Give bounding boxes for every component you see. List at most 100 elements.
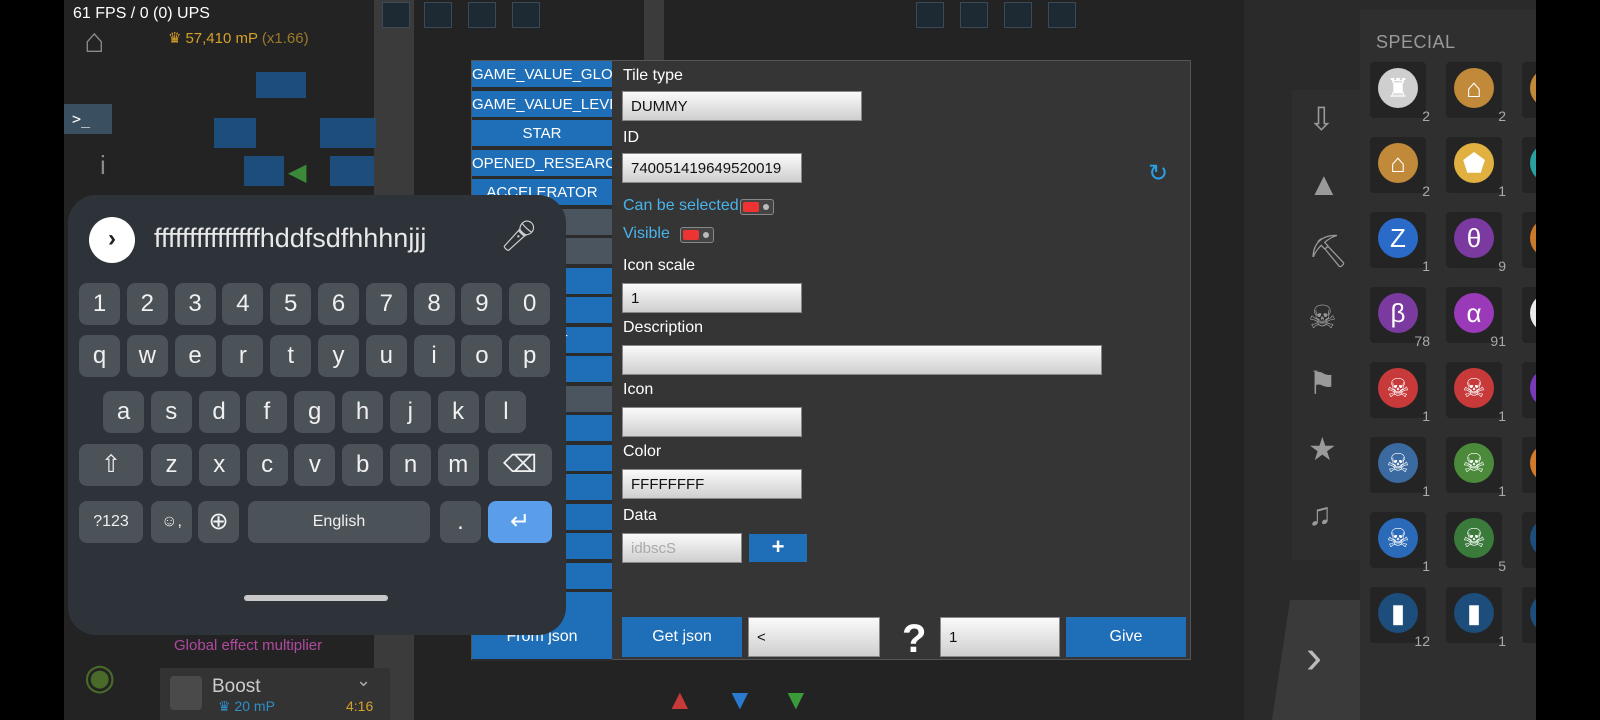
- special-item[interactable]: ☠1: [1370, 362, 1430, 424]
- pickaxe-icon[interactable]: ⛏: [1308, 232, 1349, 270]
- key-y[interactable]: y: [318, 335, 359, 377]
- key-p[interactable]: p: [509, 335, 551, 377]
- description-field[interactable]: [622, 345, 1102, 375]
- data-field[interactable]: idbscS: [622, 533, 742, 563]
- special-item[interactable]: ☠2: [1522, 287, 1536, 343]
- special-item[interactable]: ☠1: [1370, 512, 1430, 574]
- backspace-icon[interactable]: ⌫: [488, 444, 552, 486]
- boost-panel[interactable]: Boost ♛ 20 mP 4:16 ⌄: [160, 668, 390, 720]
- key-9[interactable]: 9: [461, 283, 503, 325]
- key-4[interactable]: 4: [222, 283, 264, 325]
- special-item[interactable]: ⌂2: [1446, 62, 1506, 124]
- key-w[interactable]: w: [126, 335, 168, 377]
- key-5[interactable]: 5: [270, 283, 312, 325]
- special-item[interactable]: Ξ1: [1522, 137, 1536, 193]
- refresh-icon[interactable]: ↻: [1148, 159, 1168, 188]
- add-data-button[interactable]: +: [749, 534, 807, 562]
- globe-icon[interactable]: ⊕: [198, 501, 239, 543]
- help-icon[interactable]: ?: [902, 617, 926, 662]
- key-f[interactable]: f: [246, 391, 288, 433]
- special-item[interactable]: ▮16: [1522, 512, 1536, 568]
- key-e[interactable]: e: [174, 335, 216, 377]
- key-2[interactable]: 2: [126, 283, 168, 325]
- special-item[interactable]: ▮ 1: [1446, 587, 1506, 649]
- key-x[interactable]: x: [198, 444, 240, 486]
- info-icon[interactable]: i: [100, 150, 106, 181]
- emoji-key[interactable]: ☺,: [151, 501, 192, 543]
- key-r[interactable]: r: [222, 335, 264, 377]
- key-g[interactable]: g: [294, 391, 336, 433]
- keyboard-input-text[interactable]: fffffffffffffffhddfsdfhhhnjjj: [154, 223, 426, 254]
- eye-icon[interactable]: ◉: [84, 656, 115, 698]
- key-u[interactable]: u: [365, 335, 407, 377]
- key-0[interactable]: 0: [509, 283, 551, 325]
- tile-type-item[interactable]: STAR: [472, 120, 612, 148]
- can-be-selected-toggle[interactable]: [740, 199, 774, 215]
- tile-type-item[interactable]: OPENED_RESEARCH: [472, 149, 612, 178]
- chevron-right-icon[interactable]: ›: [89, 217, 135, 263]
- special-item[interactable]: Δ9: [1522, 212, 1536, 268]
- key-z[interactable]: z: [151, 444, 192, 486]
- road-icon[interactable]: ▲: [1308, 166, 1340, 203]
- special-item[interactable]: ⌂2: [1522, 62, 1536, 118]
- key-k[interactable]: k: [437, 391, 479, 433]
- enter-icon[interactable]: ↵: [488, 501, 552, 543]
- special-item[interactable]: θ9: [1446, 212, 1506, 274]
- key-a[interactable]: a: [103, 391, 144, 433]
- visible-toggle[interactable]: [680, 227, 714, 243]
- special-item[interactable]: α 91: [1446, 287, 1506, 349]
- special-item[interactable]: ☠1: [1370, 437, 1430, 499]
- color-field[interactable]: FFFFFFFF: [622, 469, 802, 499]
- arrow-left-icon[interactable]: ◀: [288, 158, 306, 187]
- arrow-down-green-icon[interactable]: ▼: [782, 684, 810, 716]
- special-item[interactable]: ♜ 2: [1370, 62, 1430, 124]
- key-i[interactable]: i: [413, 335, 455, 377]
- key-j[interactable]: j: [389, 391, 431, 433]
- key-c[interactable]: c: [246, 444, 288, 486]
- key-h[interactable]: h: [342, 391, 383, 433]
- key-n[interactable]: n: [390, 444, 431, 486]
- special-item[interactable]: ☠1: [1446, 437, 1506, 499]
- special-item[interactable]: ☠1: [1522, 362, 1536, 418]
- key-b[interactable]: b: [342, 444, 384, 486]
- tile-type-item[interactable]: GAME_VALUE_LEVEL: [472, 90, 612, 119]
- give-button[interactable]: Give: [1066, 617, 1186, 657]
- special-item[interactable]: ☠1: [1522, 437, 1536, 493]
- icon-scale-field[interactable]: 1: [622, 283, 802, 313]
- period-key[interactable]: .: [440, 501, 481, 543]
- arrow-down-icon[interactable]: ▼: [726, 684, 754, 716]
- console-button[interactable]: >_: [64, 104, 112, 134]
- special-item[interactable]: ☠ 5: [1446, 512, 1506, 574]
- special-item[interactable]: ⌂2: [1370, 137, 1430, 199]
- star-icon[interactable]: ★: [1308, 430, 1337, 468]
- json-field[interactable]: <: [748, 617, 880, 657]
- special-item[interactable]: ▮2: [1522, 587, 1536, 643]
- download-icon[interactable]: ⇩: [1308, 100, 1335, 138]
- key-s[interactable]: s: [150, 391, 192, 433]
- shift-icon[interactable]: ⇧: [79, 444, 143, 486]
- space-key[interactable]: English: [248, 501, 430, 543]
- special-item[interactable]: Z1: [1370, 212, 1430, 274]
- tile-type-field[interactable]: DUMMY: [622, 91, 862, 121]
- arrow-up-icon[interactable]: ▲: [666, 684, 694, 716]
- key-t[interactable]: t: [270, 335, 312, 377]
- symbols-key[interactable]: ?123: [79, 501, 143, 543]
- home-icon[interactable]: ⌂: [84, 22, 105, 61]
- key-m[interactable]: m: [437, 444, 479, 486]
- key-d[interactable]: d: [198, 391, 240, 433]
- tile-type-item[interactable]: GAME_VALUE_GLOBA: [472, 61, 612, 89]
- special-item[interactable]: ☠1: [1446, 362, 1506, 424]
- key-1[interactable]: 1: [79, 283, 120, 325]
- get-json-button[interactable]: Get json: [622, 617, 742, 657]
- flag-icon[interactable]: ⚑: [1308, 364, 1337, 402]
- key-q[interactable]: q: [79, 335, 120, 377]
- key-6[interactable]: 6: [318, 283, 359, 325]
- key-l[interactable]: l: [485, 391, 527, 433]
- special-item[interactable]: β 78: [1370, 287, 1430, 349]
- give-amount-field[interactable]: 1: [940, 617, 1060, 657]
- special-item[interactable]: ⬟ 1: [1446, 137, 1506, 199]
- next-button[interactable]: ›: [1272, 600, 1362, 720]
- key-o[interactable]: o: [461, 335, 503, 377]
- key-3[interactable]: 3: [174, 283, 216, 325]
- chevron-down-icon[interactable]: ⌄: [356, 670, 371, 691]
